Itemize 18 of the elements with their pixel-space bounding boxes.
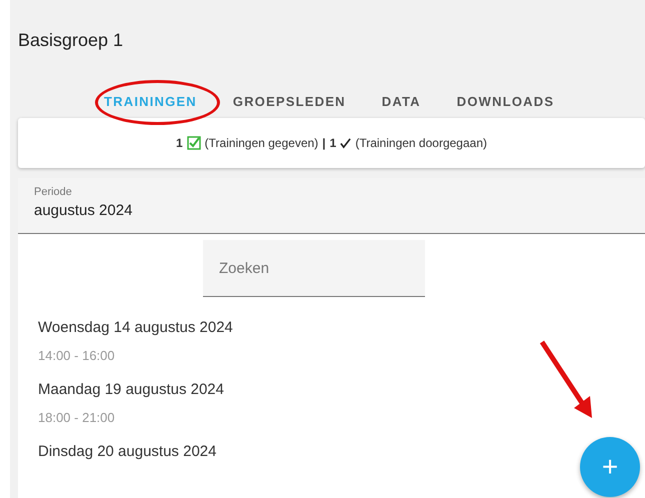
tab[interactable]: GROEPSLEDEN <box>232 90 346 112</box>
tab[interactable]: DATA <box>382 90 421 112</box>
search-field[interactable]: Zoeken <box>203 240 425 297</box>
training-date[interactable]: Maandag 19 augustus 2024 <box>38 381 645 398</box>
summary-label: (Trainingen gegeven) <box>204 136 318 150</box>
count-text: 1 <box>176 136 183 150</box>
field-value: augustus 2024 <box>34 202 134 219</box>
separator-text: | <box>322 136 326 150</box>
check-icon <box>340 138 352 148</box>
summary-label: (Trainingen doorgegaan) <box>355 136 487 150</box>
page-title: Basisgroep 1 <box>17 29 124 52</box>
count-text: 1 <box>330 136 336 150</box>
training-time: 14:00 - 16:00 <box>38 348 116 363</box>
training-date[interactable]: Woensdag 14 augustus 2024 <box>38 319 645 336</box>
tab[interactable]: DOWNLOADS <box>456 90 554 112</box>
training-time: 18:00 - 21:00 <box>38 410 116 425</box>
field-label: Periode <box>34 186 73 198</box>
checkbox-checked-icon <box>186 136 201 150</box>
